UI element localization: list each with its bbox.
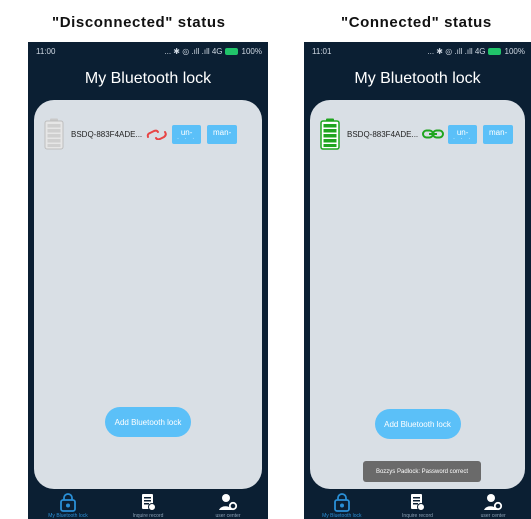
battery-empty-icon [44,118,64,150]
caption-disconnected: "Disconnected" status [52,14,226,31]
device-name: BSDQ-883F4ADE... [347,129,419,139]
device-list-card: BSDQ-883F4ADE... un- · · · man- Add Blue… [34,100,262,489]
padlock-icon [60,493,76,512]
status-battery-percent: 100% [241,46,262,56]
status-battery-icon [487,47,501,55]
unlock-button-dots: · · · [176,135,197,142]
nav-label: Inquire record [132,513,164,519]
user-settings-icon [219,494,238,511]
add-bluetooth-lock-button[interactable]: Add Bluetooth lock [374,409,461,439]
app-title: My Bluetooth lock [354,70,481,87]
nav-label: Inquire record [402,513,433,519]
toast-message: Bozzys Padlock: Password correct [363,461,481,482]
unlock-button[interactable]: un- · · · [172,124,202,144]
status-time: 11:01 [312,46,332,56]
padlock-icon [333,493,350,512]
app-title: My Bluetooth lock [84,70,212,87]
device-row[interactable]: BSDQ-883F4ADE... un- · · · man- [44,117,258,151]
bottom-nav: My Bluetooth lock Inquire record user ce… [28,489,268,519]
signal-icons: ... ✱ ◎ .ıll .ıll 4G [164,46,223,56]
status-battery-icon [224,47,238,55]
status-battery-percent: 100% [504,46,525,56]
unlock-button-dots: · · · [452,135,473,142]
device-name: BSDQ-883F4ADE... [71,129,143,139]
caption-connected: "Connected" status [341,14,492,31]
manage-button-label: man- [489,127,508,137]
nav-my-bluetooth-lock[interactable]: My Bluetooth lock [28,489,107,519]
nav-inquire-record[interactable]: Inquire record [380,489,455,519]
nav-label: user center [215,513,241,519]
nav-label: My Bluetooth lock [48,513,88,519]
record-document-icon [142,494,156,511]
device-row[interactable]: BSDQ-883F4ADE... un- · · · man- [320,117,521,151]
nav-my-bluetooth-lock[interactable]: My Bluetooth lock [304,489,379,519]
chain-link-icon [422,129,445,139]
nav-user-center[interactable]: user center [188,489,267,519]
status-bar: 11:01 ... ✱ ◎ .ıll .ıll 4G 100% [304,42,531,60]
manage-button[interactable]: man- [483,124,514,144]
user-settings-icon [484,494,503,511]
broken-link-icon [146,129,167,140]
manage-button[interactable]: man- [207,124,238,144]
bottom-nav: My Bluetooth lock Inquire record user ce… [304,489,531,519]
nav-user-center[interactable]: user center [456,489,531,519]
unlock-button[interactable]: un- · · · [448,124,478,144]
signal-icons: ... ✱ ◎ .ıll .ıll 4G [427,46,486,56]
status-bar: 11:00 ... ✱ ◎ .ıll .ıll 4G 100% [28,42,268,60]
status-icons: ... ✱ ◎ .ıll .ıll 4G 100% [164,47,262,56]
device-list-card: BSDQ-883F4ADE... un- · · · man- Add Blue… [310,100,525,489]
phone-screen-connected: 11:01 ... ✱ ◎ .ıll .ıll 4G 100% My Bluet… [304,42,531,519]
nav-label: My Bluetooth lock [322,513,362,519]
nav-inquire-record[interactable]: Inquire record [108,489,187,519]
phone-screen-disconnected: 11:00 ... ✱ ◎ .ıll .ıll 4G 100% My Bluet… [28,42,268,519]
add-bluetooth-lock-button[interactable]: Add Bluetooth lock [105,407,191,437]
status-time: 11:00 [36,46,56,56]
status-icons: ... ✱ ◎ .ıll .ıll 4G 100% [427,47,525,56]
battery-full-icon [320,118,340,150]
nav-label: user center [480,513,506,519]
manage-button-label: man- [213,127,232,137]
record-document-icon [411,494,426,511]
